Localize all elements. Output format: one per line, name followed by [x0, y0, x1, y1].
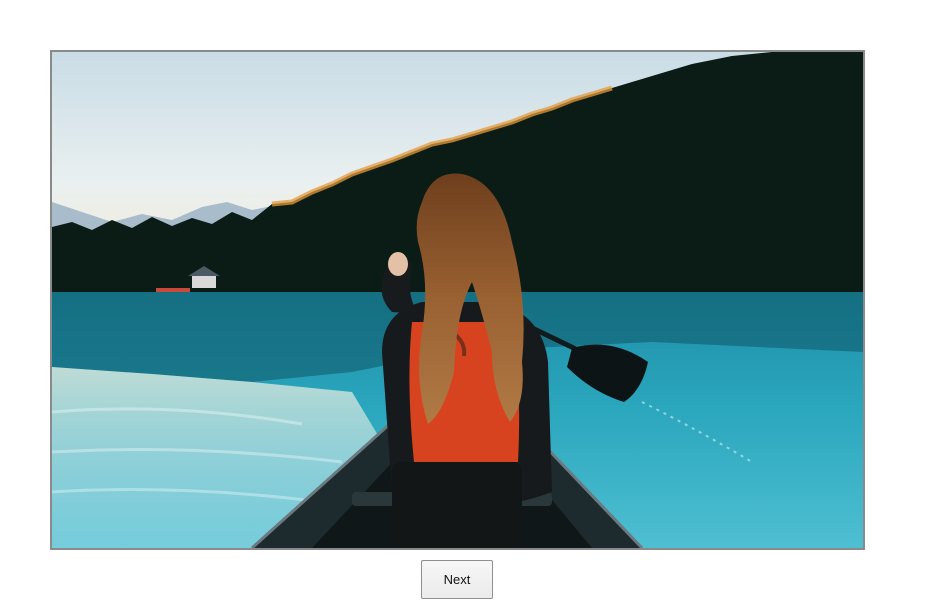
photo-illustration [52, 52, 863, 548]
hand [388, 252, 408, 276]
lake-canoe-photo [50, 50, 865, 550]
next-button[interactable]: Next [421, 560, 493, 599]
cabin [192, 274, 216, 288]
pants [392, 462, 522, 548]
page: Next [0, 0, 929, 611]
